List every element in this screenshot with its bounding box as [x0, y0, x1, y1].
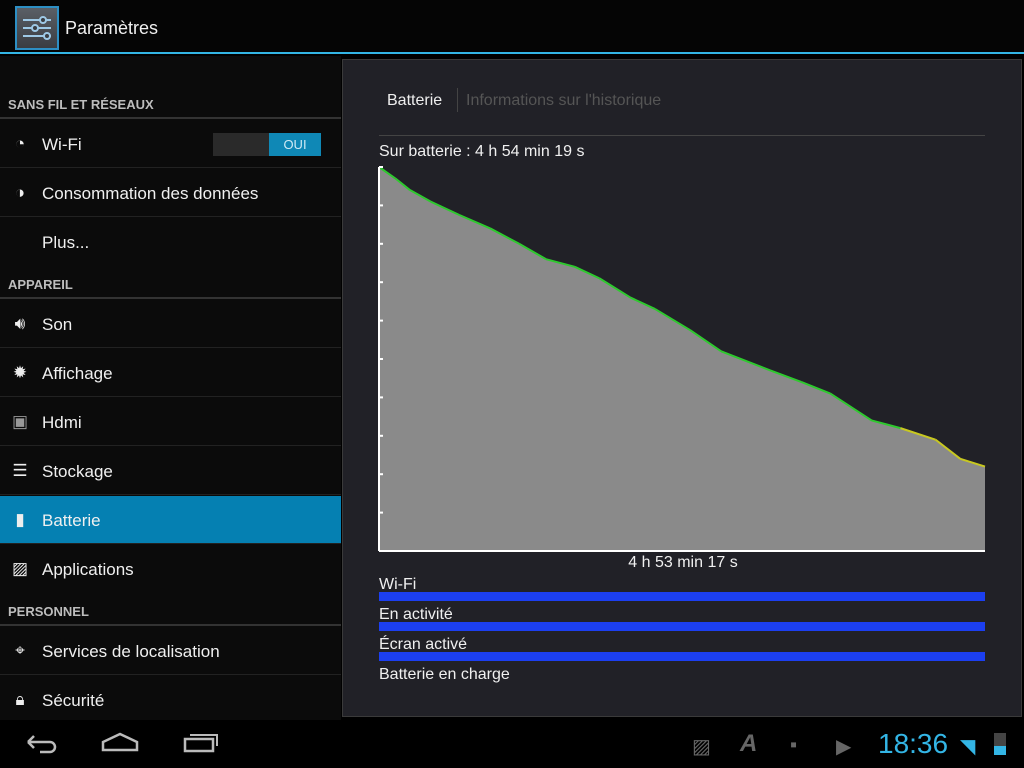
- track-bar-screen-on: [379, 652, 985, 661]
- sidebar-item-label: Applications: [42, 560, 134, 579]
- sidebar-item-label: Plus...: [42, 233, 90, 252]
- app-title: Paramètres: [65, 18, 159, 38]
- divider: [0, 117, 341, 119]
- section-header: APPAREIL: [8, 277, 73, 292]
- sidebar-item-label: Consommation des données: [42, 184, 259, 203]
- wifi-signal-icon: ◥: [960, 736, 976, 758]
- divider: [0, 297, 341, 299]
- sidebar-item-label: Wi-Fi: [42, 135, 82, 154]
- home-button[interactable]: [100, 730, 140, 759]
- wifi-icon: ◔: [14, 134, 26, 153]
- divider: [0, 624, 341, 626]
- battery-level-icon: [994, 733, 1006, 755]
- location-icon: ⌖: [15, 641, 25, 660]
- sidebar-item-more[interactable]: Plus...: [0, 218, 341, 266]
- sd-card-icon[interactable]: ▪: [790, 734, 797, 757]
- sidebar-item-label: Affichage: [42, 364, 113, 383]
- speaker-icon: 🔊︎: [14, 314, 26, 333]
- brightness-icon: ✹: [12, 363, 28, 382]
- play-store-icon[interactable]: ▶: [836, 734, 851, 759]
- tab-battery[interactable]: Batterie: [387, 92, 442, 110]
- clock[interactable]: 18:36: [878, 728, 948, 760]
- sidebar-item-label: Stockage: [42, 462, 113, 481]
- settings-sidebar: SANS FIL ET RÉSEAUX ◔ Wi-Fi OUI ◑ Consom…: [0, 56, 341, 720]
- data-usage-icon: ◑: [14, 183, 26, 202]
- sidebar-item-storage[interactable]: ☰ Stockage: [0, 447, 341, 495]
- track-bar-wifi: [379, 592, 985, 601]
- track-bar-awake: [379, 622, 985, 631]
- action-bar: Paramètres: [0, 0, 1024, 54]
- hdmi-icon: ▣: [11, 412, 29, 431]
- sidebar-item-data-usage[interactable]: ◑ Consommation des données: [0, 169, 341, 217]
- sidebar-item-location[interactable]: ⌖ Services de localisation: [0, 627, 341, 675]
- chart-duration: 4 h 53 min 17 s: [628, 554, 738, 571]
- section-header: SANS FIL ET RÉSEAUX: [8, 97, 154, 112]
- sidebar-item-security[interactable]: 🔒︎ Sécurité: [0, 676, 341, 724]
- storage-icon: ☰: [12, 461, 28, 480]
- sidebar-item-battery[interactable]: ▮ Batterie: [0, 496, 341, 544]
- wifi-toggle[interactable]: OUI: [213, 133, 321, 156]
- settings-sliders-icon[interactable]: [15, 6, 59, 50]
- toggle-label: OUI: [269, 133, 321, 156]
- sidebar-item-label: Sécurité: [42, 691, 105, 710]
- sidebar-item-applications[interactable]: ▨ Applications: [0, 545, 341, 593]
- recent-apps-button[interactable]: [182, 730, 220, 759]
- battery-icon: ▮: [15, 510, 25, 529]
- section-header: PERSONNEL: [8, 604, 89, 619]
- tab-divider: [457, 88, 458, 112]
- lock-icon: 🔒︎: [15, 690, 25, 709]
- gallery-icon[interactable]: ▨: [692, 734, 711, 759]
- tab-history-details[interactable]: Informations sur l'historique: [466, 92, 661, 110]
- applications-icon: ▨: [11, 559, 29, 578]
- battery-area: [379, 167, 985, 551]
- back-button[interactable]: [22, 730, 58, 759]
- battery-chart[interactable]: [373, 160, 993, 560]
- sidebar-item-display[interactable]: ✹ Affichage: [0, 349, 341, 397]
- sidebar-item-label: Batterie: [42, 511, 101, 530]
- divider: [379, 135, 985, 136]
- on-battery-time: Sur batterie : 4 h 54 min 19 s: [379, 143, 585, 160]
- font-app-icon[interactable]: A: [740, 730, 757, 758]
- sidebar-item-hdmi[interactable]: ▣ Hdmi: [0, 398, 341, 446]
- navigation-bar: ▨ A ▪ ▶ 18:36 ◥: [0, 720, 1024, 768]
- battery-panel: Batterie Informations sur l'historique S…: [342, 59, 1022, 717]
- sidebar-item-label: Son: [42, 315, 73, 334]
- sidebar-item-sound[interactable]: 🔊︎ Son: [0, 300, 341, 348]
- sidebar-item-label: Hdmi: [42, 413, 82, 432]
- sidebar-item-label: Services de localisation: [42, 642, 220, 661]
- track-label-charging: Batterie en charge: [379, 666, 510, 683]
- sidebar-item-wifi[interactable]: ◔ Wi-Fi OUI: [0, 120, 341, 168]
